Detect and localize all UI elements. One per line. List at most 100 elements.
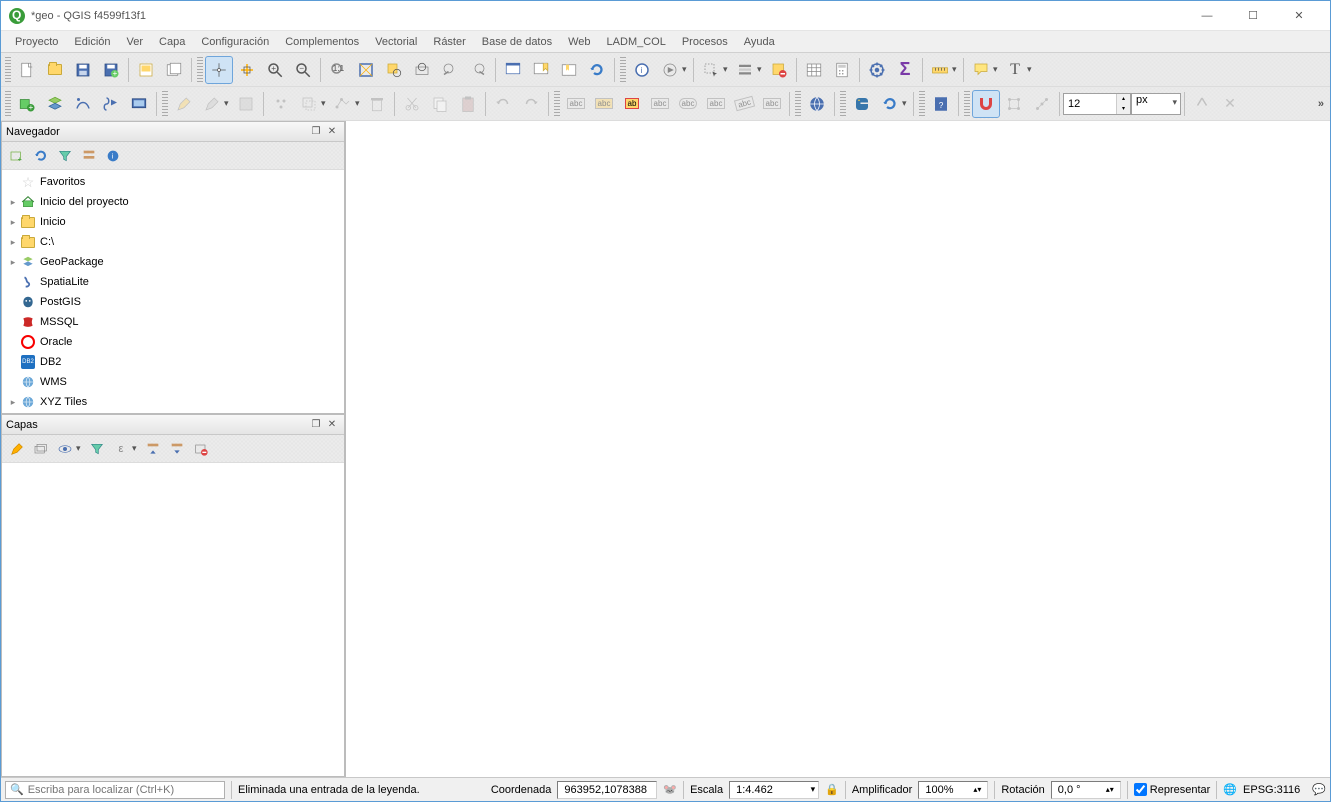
snapping-tolerance-value[interactable] bbox=[1064, 98, 1116, 110]
locator-input[interactable] bbox=[28, 784, 220, 796]
zoom-last-button[interactable] bbox=[436, 56, 464, 84]
undo-button[interactable] bbox=[489, 90, 517, 118]
scale-value[interactable]: 1:4.462 bbox=[736, 784, 773, 796]
new-project-button[interactable] bbox=[13, 56, 41, 84]
delete-selected-button[interactable] bbox=[363, 90, 391, 118]
browser-item-inicio-del-proyecto[interactable]: ▸Inicio del proyecto bbox=[2, 192, 344, 212]
close-button[interactable]: ✕ bbox=[1276, 2, 1322, 30]
text-annotation-button[interactable]: T bbox=[1001, 56, 1029, 84]
layout-manager-button[interactable] bbox=[160, 56, 188, 84]
zoom-out-button[interactable]: − bbox=[289, 56, 317, 84]
browser-filter-icon[interactable] bbox=[54, 145, 76, 167]
crs-value[interactable]: EPSG:3116 bbox=[1243, 784, 1300, 796]
crs-icon[interactable]: 🌐 bbox=[1223, 783, 1237, 796]
metasearch-button[interactable] bbox=[803, 90, 831, 118]
select-by-value-button[interactable] bbox=[731, 56, 759, 84]
field-calculator-button[interactable] bbox=[828, 56, 856, 84]
map-canvas[interactable] bbox=[345, 121, 1330, 777]
map-tips-button[interactable] bbox=[967, 56, 995, 84]
toggle-extents-icon[interactable]: 🐭 bbox=[663, 783, 677, 796]
layers-add-group-icon[interactable] bbox=[30, 438, 52, 460]
menu-web[interactable]: Web bbox=[560, 34, 598, 50]
label-tool-5[interactable]: abc bbox=[702, 90, 730, 118]
browser-item-inicio[interactable]: ▸Inicio bbox=[2, 212, 344, 232]
browser-item-c-[interactable]: ▸C:\ bbox=[2, 232, 344, 252]
action-run-button[interactable] bbox=[656, 56, 684, 84]
menu-procesos[interactable]: Procesos bbox=[674, 34, 736, 50]
statistical-summary-button[interactable]: Σ bbox=[891, 56, 919, 84]
toolbar-overflow-button[interactable]: » bbox=[1314, 98, 1328, 110]
measure-button[interactable] bbox=[926, 56, 954, 84]
browser-item-wms[interactable]: WMS bbox=[2, 372, 344, 392]
new-geopackage-layer-button[interactable] bbox=[41, 90, 69, 118]
menu-ladm-col[interactable]: LADM_COL bbox=[599, 34, 674, 50]
menu-edicion[interactable]: Edición bbox=[66, 34, 118, 50]
zoom-full-button[interactable] bbox=[352, 56, 380, 84]
browser-tree[interactable]: ☆Favoritos▸Inicio del proyecto▸Inicio▸C:… bbox=[2, 170, 344, 413]
label-tool-7[interactable]: abc bbox=[758, 90, 786, 118]
open-project-button[interactable] bbox=[41, 56, 69, 84]
browser-refresh-icon[interactable] bbox=[30, 145, 52, 167]
toolbar-grip[interactable] bbox=[620, 57, 626, 83]
new-print-layout-button[interactable] bbox=[132, 56, 160, 84]
toolbar-grip[interactable] bbox=[162, 91, 168, 117]
save-project-as-button[interactable]: + bbox=[97, 56, 125, 84]
layers-visibility-icon[interactable] bbox=[54, 438, 76, 460]
new-map-view-button[interactable] bbox=[499, 56, 527, 84]
data-source-manager-button[interactable]: + bbox=[13, 90, 41, 118]
zoom-in-button[interactable]: + bbox=[261, 56, 289, 84]
label-tool-4[interactable]: abc bbox=[674, 90, 702, 118]
cut-features-button[interactable] bbox=[398, 90, 426, 118]
redo-button[interactable] bbox=[517, 90, 545, 118]
layers-panel-header[interactable]: Capas ❐ ✕ bbox=[2, 415, 344, 435]
coordinate-value[interactable]: 963952,1078388 bbox=[564, 784, 647, 796]
toolbar-grip[interactable] bbox=[197, 57, 203, 83]
menu-vectorial[interactable]: Vectorial bbox=[367, 34, 425, 50]
add-feature-button[interactable] bbox=[267, 90, 295, 118]
minimize-button[interactable]: — bbox=[1184, 2, 1230, 30]
browser-item-xyz-tiles[interactable]: ▸XYZ Tiles bbox=[2, 392, 344, 412]
label-tool-2[interactable]: abc bbox=[590, 90, 618, 118]
snapping-intersection-button[interactable] bbox=[1028, 90, 1056, 118]
open-attribute-table-button[interactable] bbox=[800, 56, 828, 84]
select-features-button[interactable] bbox=[697, 56, 725, 84]
menu-complementos[interactable]: Complementos bbox=[277, 34, 367, 50]
menu-proyecto[interactable]: Proyecto bbox=[7, 34, 66, 50]
browser-undock-button[interactable]: ❐ bbox=[308, 124, 324, 140]
snapping-options-button[interactable]: ✕ bbox=[1216, 90, 1244, 118]
snapping-tolerance-input[interactable]: ▴▾ bbox=[1063, 93, 1131, 115]
new-bookmark-button[interactable] bbox=[527, 56, 555, 84]
refresh-button[interactable] bbox=[583, 56, 611, 84]
messages-icon[interactable]: 💬 bbox=[1312, 783, 1326, 796]
snapping-button[interactable] bbox=[972, 90, 1000, 118]
spin-down[interactable]: ▾ bbox=[1116, 104, 1130, 114]
layers-undock-button[interactable]: ❐ bbox=[308, 417, 324, 433]
menu-capa[interactable]: Capa bbox=[151, 34, 193, 50]
menu-ayuda[interactable]: Ayuda bbox=[736, 34, 783, 50]
layers-style-icon[interactable] bbox=[6, 438, 28, 460]
toolbar-grip[interactable] bbox=[840, 91, 846, 117]
menu-configuracion[interactable]: Configuración bbox=[193, 34, 277, 50]
pan-selection-button[interactable] bbox=[233, 56, 261, 84]
save-edits-button[interactable] bbox=[232, 90, 260, 118]
maximize-button[interactable]: ☐ bbox=[1230, 2, 1276, 30]
help-button[interactable]: ? bbox=[927, 90, 955, 118]
toolbar-grip[interactable] bbox=[554, 91, 560, 117]
pan-map-button[interactable] bbox=[205, 56, 233, 84]
show-bookmarks-button[interactable] bbox=[555, 56, 583, 84]
label-tool-3[interactable]: abc bbox=[646, 90, 674, 118]
toolbar-grip[interactable] bbox=[964, 91, 970, 117]
new-virtual-layer-button[interactable] bbox=[125, 90, 153, 118]
snapping-unit-select[interactable]: px bbox=[1131, 93, 1181, 115]
toggle-editing-button[interactable] bbox=[170, 90, 198, 118]
plugin-reload-button[interactable] bbox=[876, 90, 904, 118]
layers-expand-icon[interactable] bbox=[142, 438, 164, 460]
topological-editing-button[interactable] bbox=[1000, 90, 1028, 118]
rotation-value[interactable]: 0,0 ° bbox=[1058, 784, 1081, 796]
deselect-all-button[interactable] bbox=[765, 56, 793, 84]
layers-tree[interactable] bbox=[2, 463, 344, 776]
paste-features-button[interactable] bbox=[454, 90, 482, 118]
layers-expression-icon[interactable]: ε bbox=[110, 438, 132, 460]
zoom-next-button[interactable] bbox=[464, 56, 492, 84]
menu-ver[interactable]: Ver bbox=[119, 34, 152, 50]
